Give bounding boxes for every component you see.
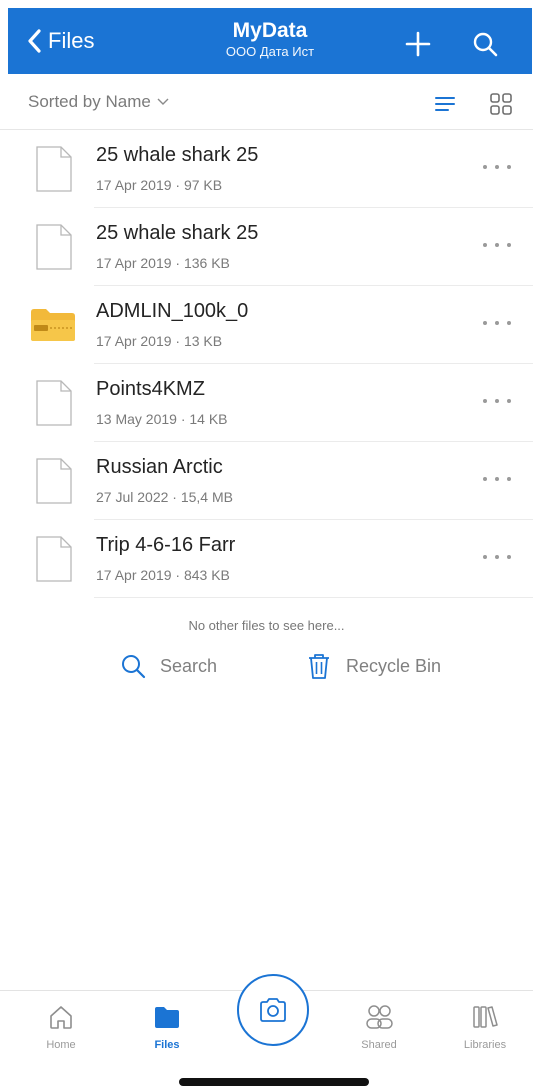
more-options-button[interactable] [483, 233, 511, 257]
file-row[interactable]: Trip 4-6-16 Farr 17 Apr 2019 · 843 KB [0, 520, 533, 598]
file-meta: 13 May 2019 · 14 KB [96, 411, 228, 427]
list-view-icon [435, 97, 455, 111]
page-subtitle: ООО Дата Ист [225, 44, 315, 59]
more-options-button[interactable] [483, 389, 511, 413]
more-options-button[interactable] [483, 467, 511, 491]
dot-icon [483, 243, 487, 247]
dot-icon [507, 555, 511, 559]
file-meta: 17 Apr 2019 · 136 KB [96, 255, 230, 271]
dot-icon [495, 243, 499, 247]
tab-label: Shared [361, 1039, 397, 1051]
document-icon [33, 536, 75, 582]
end-of-list-message: No other files to see here... [188, 618, 345, 633]
dot-icon [483, 399, 487, 403]
search-link-label: Search [160, 655, 218, 676]
file-list: 25 whale shark 25 17 Apr 2019 · 97 KB 25… [0, 130, 533, 598]
dot-icon [495, 321, 499, 325]
document-icon [33, 458, 75, 504]
search-icon [122, 655, 146, 679]
file-row[interactable]: Points4KMZ 13 May 2019 · 14 KB [0, 364, 533, 442]
shared-icon [366, 1005, 393, 1029]
dot-icon [507, 399, 511, 403]
document-icon [33, 224, 75, 270]
file-name: Trip 4-6-16 Farr [96, 534, 236, 556]
chevron-left-icon [28, 29, 41, 53]
search-button[interactable] [471, 30, 499, 58]
add-button[interactable] [404, 30, 432, 58]
camera-icon [260, 998, 286, 1022]
file-row[interactable]: 25 whale shark 25 17 Apr 2019 · 136 KB [0, 208, 533, 286]
file-row[interactable]: ADMLIN_100k_0 17 Apr 2019 · 13 KB [0, 286, 533, 364]
more-options-button[interactable] [483, 311, 511, 335]
sort-bar: Sorted by Name [0, 74, 533, 130]
file-meta: 17 Apr 2019 · 843 KB [96, 567, 230, 583]
recycle-bin-link[interactable]: Recycle Bin [306, 650, 441, 682]
dot-icon [483, 321, 487, 325]
zip-folder-icon [30, 308, 76, 342]
top-app-bar: Files MyData ООО Дата Ист [8, 8, 532, 74]
file-name: Points4KMZ [96, 378, 205, 400]
trash-icon [309, 654, 329, 679]
grid-view-icon [490, 93, 512, 115]
file-row[interactable]: Russian Arctic 27 Jul 2022 · 15,4 MB [0, 442, 533, 520]
dot-icon [507, 243, 511, 247]
dot-icon [495, 477, 499, 481]
chevron-down-icon [157, 98, 169, 105]
file-name: 25 whale shark 25 [96, 144, 259, 166]
list-view-button[interactable] [433, 92, 457, 116]
plus-icon [405, 31, 431, 57]
tab-label: Libraries [463, 1039, 507, 1051]
dot-icon [483, 165, 487, 169]
home-icon [50, 1006, 72, 1029]
file-name: 25 whale shark 25 [96, 222, 259, 244]
file-meta: 27 Jul 2022 · 15,4 MB [96, 489, 233, 505]
dot-icon [483, 477, 487, 481]
app-screen: Files MyData ООО Дата Ист Sorted by Name [0, 0, 533, 1086]
grid-view-button[interactable] [489, 92, 513, 116]
page-title: MyData [232, 19, 308, 42]
sort-label: Sorted by Name [28, 92, 151, 111]
tab-files[interactable]: Files [127, 1003, 207, 1051]
divider [94, 597, 533, 598]
title-block: MyData ООО Дата Ист [158, 18, 382, 60]
dot-icon [507, 321, 511, 325]
tab-label: Files [154, 1039, 180, 1051]
dot-icon [507, 477, 511, 481]
dot-icon [483, 555, 487, 559]
more-options-button[interactable] [483, 155, 511, 179]
search-link[interactable]: Search [120, 650, 217, 682]
file-name: ADMLIN_100k_0 [96, 300, 249, 322]
dot-icon [507, 165, 511, 169]
back-button[interactable]: Files [26, 26, 94, 56]
document-icon [33, 146, 75, 192]
tab-shared[interactable]: Shared [339, 1003, 419, 1051]
file-row[interactable]: 25 whale shark 25 17 Apr 2019 · 97 KB [0, 130, 533, 208]
sort-dropdown[interactable]: Sorted by Name [28, 92, 169, 112]
folder-icon [155, 1007, 179, 1028]
camera-button[interactable] [237, 974, 309, 1046]
dot-icon [495, 165, 499, 169]
more-options-button[interactable] [483, 545, 511, 569]
libraries-icon [473, 1006, 498, 1028]
tab-home[interactable]: Home [21, 1003, 101, 1051]
dot-icon [495, 399, 499, 403]
tab-label: Home [46, 1039, 76, 1051]
back-label: Files [48, 28, 95, 53]
file-meta: 17 Apr 2019 · 13 KB [96, 333, 223, 349]
recycle-bin-label: Recycle Bin [346, 655, 442, 676]
file-name: Russian Arctic [96, 456, 223, 478]
document-icon [33, 380, 75, 426]
home-indicator [179, 1078, 369, 1086]
dot-icon [495, 555, 499, 559]
tab-libraries[interactable]: Libraries [445, 1003, 525, 1051]
file-meta: 17 Apr 2019 · 97 KB [96, 177, 223, 193]
search-icon [473, 32, 498, 57]
